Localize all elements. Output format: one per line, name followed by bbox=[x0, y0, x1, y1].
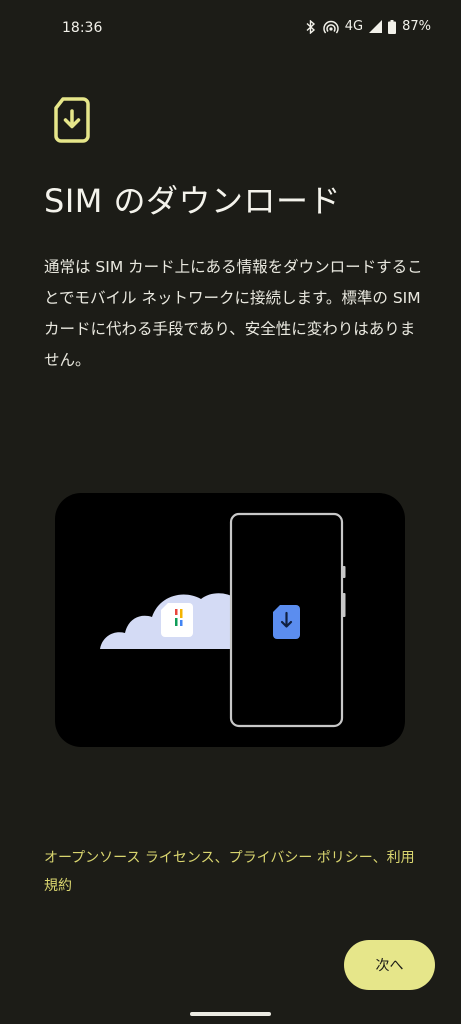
page-title: SIM のダウンロード bbox=[44, 182, 342, 220]
legal-links: オープンソース ライセンス、プライバシー ポリシー、利用規約 bbox=[44, 844, 424, 900]
signal-icon bbox=[369, 20, 383, 33]
next-button[interactable]: 次へ bbox=[344, 940, 435, 990]
status-icons: 4G 87% bbox=[305, 19, 431, 34]
page-description: 通常は SIM カード上にある情報をダウンロードすることでモバイル ネットワーク… bbox=[44, 258, 423, 369]
link-separator: 、 bbox=[372, 850, 387, 866]
next-button-label: 次へ bbox=[375, 958, 404, 974]
bluetooth-icon bbox=[305, 19, 317, 34]
battery-icon bbox=[388, 19, 397, 34]
status-bar: 18:36 4G 87% bbox=[0, 0, 461, 58]
hotspot-icon bbox=[323, 20, 339, 34]
sim-download-icon bbox=[52, 96, 92, 144]
home-indicator[interactable] bbox=[190, 1012, 271, 1016]
network-type: 4G bbox=[344, 19, 364, 34]
link-separator: 、 bbox=[214, 850, 229, 866]
battery-percent: 87% bbox=[402, 19, 431, 34]
sim-download-icon bbox=[273, 605, 300, 639]
sim-card-icon bbox=[161, 603, 193, 637]
open-source-license-link[interactable]: オープンソース ライセンス bbox=[44, 850, 215, 866]
status-time: 18:36 bbox=[62, 20, 103, 36]
illustration bbox=[55, 493, 405, 747]
privacy-policy-link[interactable]: プライバシー ポリシー bbox=[229, 850, 373, 866]
